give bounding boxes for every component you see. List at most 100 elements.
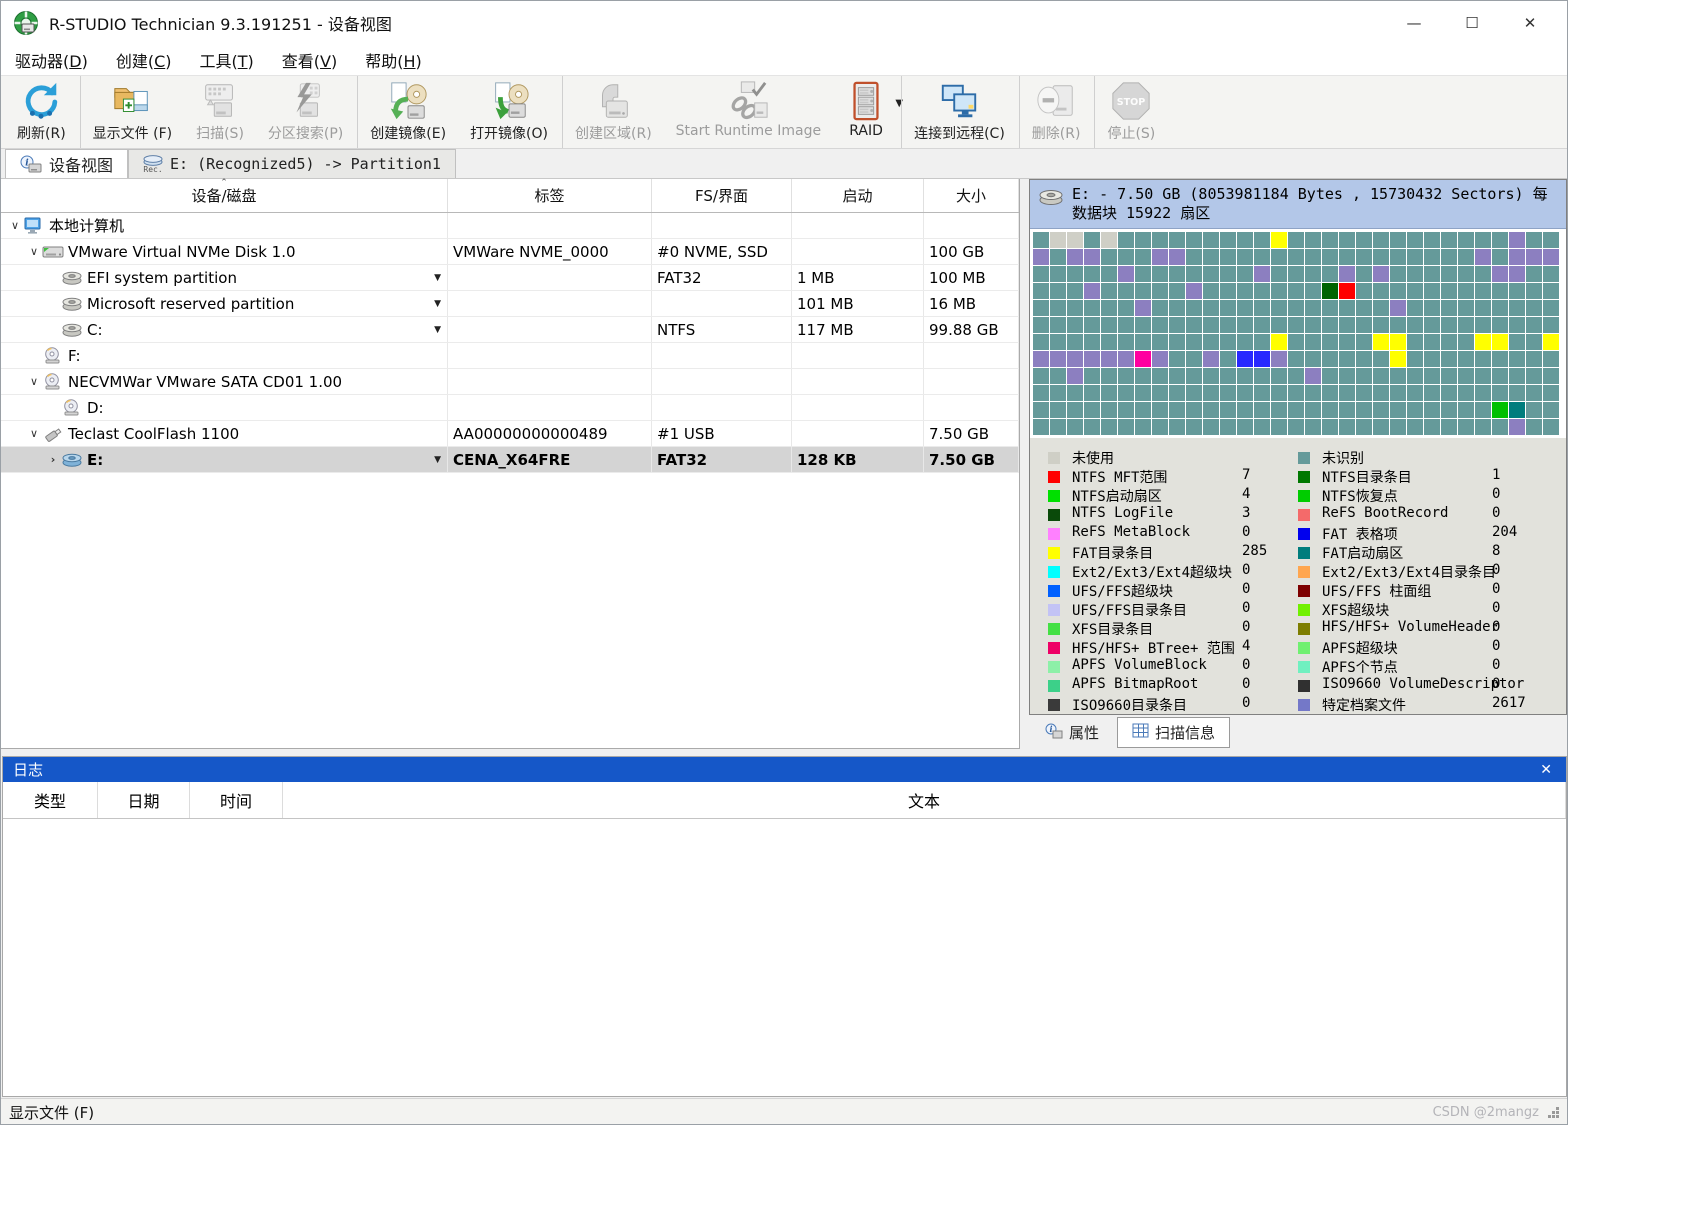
legend-item: APFS VolumeBlock0: [1048, 657, 1298, 676]
block-cell: [1271, 402, 1287, 418]
block-cell: [1118, 300, 1134, 316]
column-header-0[interactable]: ⌃设备/磁盘: [1, 179, 448, 212]
menu-item-create[interactable]: 创建(C): [102, 45, 186, 75]
block-cell: [1220, 317, 1236, 333]
block-cell: [1339, 402, 1355, 418]
show-files-button[interactable]: 显示文件 (F): [80, 76, 184, 148]
legend-swatch: [1298, 471, 1310, 483]
partition-dropdown-icon[interactable]: ▼: [434, 325, 441, 335]
column-header-4[interactable]: 大小: [924, 179, 1019, 212]
block-cell: [1033, 300, 1049, 316]
computer-icon: [23, 217, 45, 234]
block-cell: [1203, 419, 1219, 435]
log-column-header-0[interactable]: 类型: [3, 782, 98, 818]
raid-button[interactable]: ▼RAID: [833, 76, 899, 148]
scan-tab-scan-info[interactable]: 扫描信息: [1117, 717, 1230, 748]
block-map[interactable]: [1030, 229, 1566, 438]
table-row[interactable]: ∨NECVMWar VMware SATA CD01 1.00: [1, 369, 1019, 395]
create-image-button[interactable]: 创建镜像(E): [357, 76, 458, 148]
legend-item: 未使用: [1048, 448, 1298, 467]
legend-swatch: [1298, 661, 1310, 673]
block-cell: [1322, 266, 1338, 282]
menu-item-view[interactable]: 查看(V): [268, 45, 351, 75]
start-cell: [792, 239, 924, 264]
menu-item-help[interactable]: 帮助(H): [351, 45, 436, 75]
chevron-down-icon[interactable]: ∨: [26, 245, 42, 258]
block-cell: [1339, 300, 1355, 316]
block-cell: [1305, 317, 1321, 333]
table-row[interactable]: ›E:▼CENA_X64FREFAT32128 KB7.50 GB: [1, 447, 1019, 473]
chevron-down-icon[interactable]: ∨: [7, 219, 23, 232]
log-close-icon[interactable]: ✕: [1536, 762, 1556, 778]
chevron-down-icon[interactable]: ∨: [26, 427, 42, 440]
legend-item: Ext2/Ext3/Ext4目录条目0: [1298, 562, 1566, 581]
maximize-button[interactable]: ☐: [1443, 1, 1501, 45]
block-cell: [1543, 232, 1559, 248]
partition-dropdown-icon[interactable]: ▼: [434, 299, 441, 309]
block-cell: [1203, 334, 1219, 350]
column-header-2[interactable]: FS/界面: [652, 179, 792, 212]
cd-icon: [61, 399, 83, 416]
table-row[interactable]: D:: [1, 395, 1019, 421]
table-row[interactable]: C:▼NTFS117 MB99.88 GB: [1, 317, 1019, 343]
table-row[interactable]: ∨本地计算机: [1, 213, 1019, 239]
block-cell: [1543, 402, 1559, 418]
partition-dropdown-icon[interactable]: ▼: [434, 455, 441, 465]
block-cell: [1152, 402, 1168, 418]
block-cell: [1305, 402, 1321, 418]
block-cell: [1152, 249, 1168, 265]
chevron-down-icon[interactable]: ∨: [26, 375, 42, 388]
chevron-right-icon[interactable]: ›: [45, 453, 61, 466]
column-header-1[interactable]: 标签: [448, 179, 652, 212]
connect-remote-button[interactable]: 连接到远程(C): [901, 76, 1017, 148]
block-cell: [1543, 283, 1559, 299]
legend-swatch: [1298, 566, 1310, 578]
block-cell: [1254, 351, 1270, 367]
device-name-label: D:: [87, 399, 104, 417]
log-column-header-3[interactable]: 文本: [283, 782, 1566, 818]
menu-item-tools[interactable]: 工具(T): [186, 45, 268, 75]
log-column-header-1[interactable]: 日期: [98, 782, 190, 818]
table-row[interactable]: F:: [1, 343, 1019, 369]
legend-swatch: [1298, 528, 1310, 540]
legend-item: NTFS目录条目1: [1298, 467, 1566, 486]
legend-swatch: [1048, 452, 1060, 464]
block-cell: [1356, 249, 1372, 265]
table-row[interactable]: ∨Teclast CoolFlash 1100AA00000000000489#…: [1, 421, 1019, 447]
block-cell: [1101, 283, 1117, 299]
table-row[interactable]: EFI system partition▼FAT321 MB100 MB: [1, 265, 1019, 291]
block-cell: [1441, 402, 1457, 418]
open-image-button[interactable]: 打开镜像(O): [458, 76, 560, 148]
block-cell: [1458, 402, 1474, 418]
block-cell: [1101, 300, 1117, 316]
table-row[interactable]: Microsoft reserved partition▼101 MB16 MB: [1, 291, 1019, 317]
refresh-button[interactable]: 刷新(R): [5, 76, 78, 148]
block-cell: [1305, 300, 1321, 316]
column-header-3[interactable]: 启动: [792, 179, 924, 212]
block-cell: [1543, 385, 1559, 401]
minimize-button[interactable]: —: [1385, 1, 1443, 45]
table-row[interactable]: ∨VMware Virtual NVMe Disk 1.0VMWare NVME…: [1, 239, 1019, 265]
tab-recognized-partition[interactable]: Rec. E: (Recognized5) -> Partition1: [128, 149, 456, 178]
close-button[interactable]: ✕: [1501, 1, 1559, 45]
block-cell: [1441, 283, 1457, 299]
refresh-label: 刷新(R): [17, 123, 66, 143]
log-table-header: 类型日期时间文本: [3, 782, 1566, 819]
log-column-header-2[interactable]: 时间: [190, 782, 283, 818]
block-cell: [1033, 368, 1049, 384]
block-cell: [1492, 351, 1508, 367]
scan-tab-properties[interactable]: i属性: [1031, 717, 1113, 748]
block-cell: [1373, 368, 1389, 384]
legend-label: NTFS目录条目: [1322, 470, 1412, 486]
legend-swatch: [1048, 547, 1060, 559]
tab-device-view[interactable]: i 设备视图: [5, 149, 128, 178]
block-cell: [1492, 266, 1508, 282]
device-name-label: F:: [68, 347, 81, 365]
partition-dropdown-icon[interactable]: ▼: [434, 273, 441, 283]
label-cell: CENA_X64FRE: [448, 447, 652, 472]
block-cell: [1305, 351, 1321, 367]
legend-item: ISO9660目录条目0: [1048, 695, 1298, 714]
menu-item-drives[interactable]: 驱动器(D): [1, 45, 102, 75]
block-cell: [1186, 419, 1202, 435]
usb-icon: [42, 425, 64, 442]
